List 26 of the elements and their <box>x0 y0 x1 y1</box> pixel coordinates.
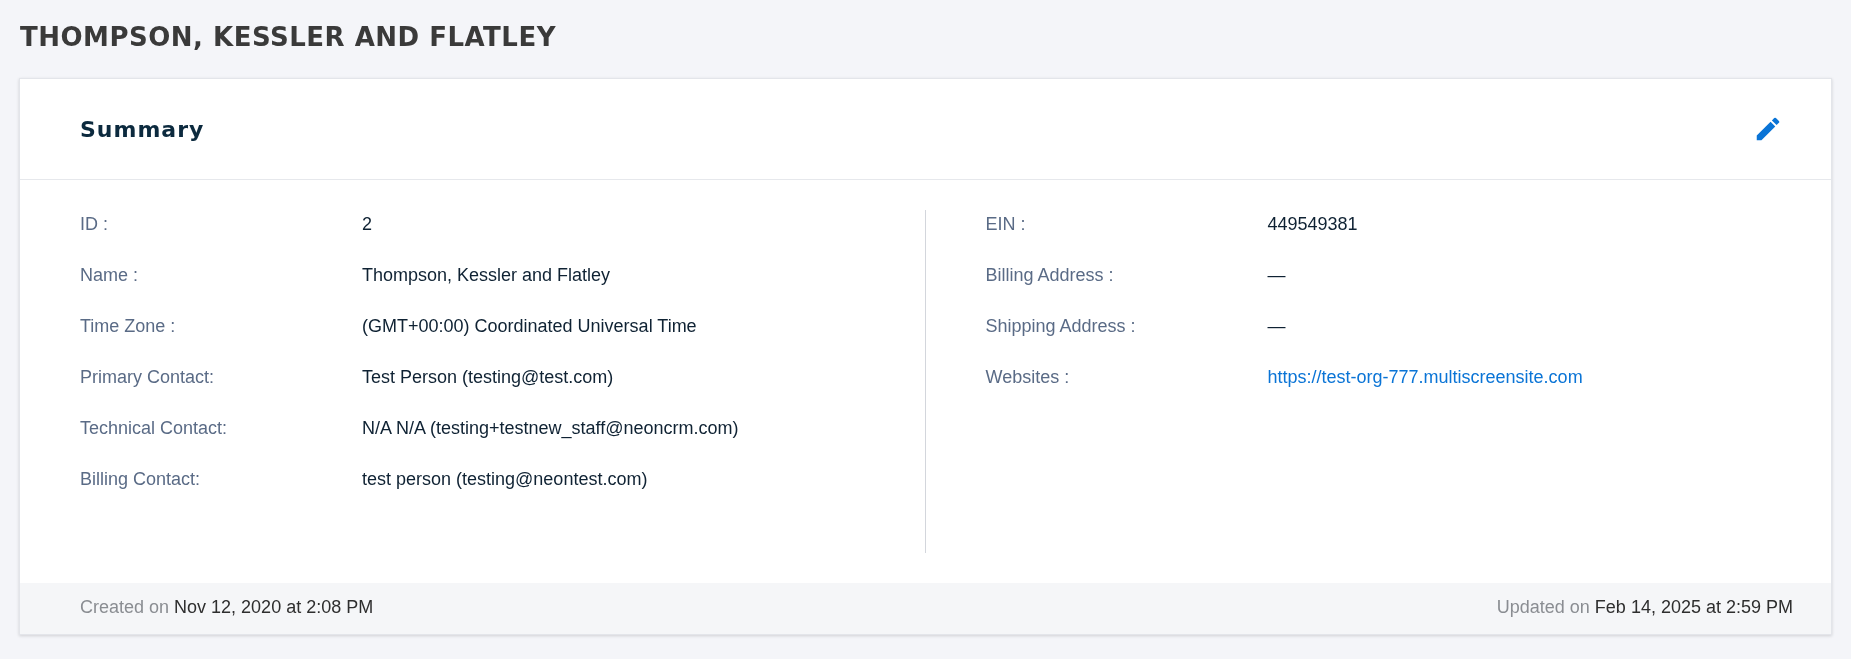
page-title: THOMPSON, KESSLER AND FLATLEY <box>20 22 557 52</box>
field-value: Test Person (testing@test.com) <box>362 367 614 387</box>
field-label: ID : <box>80 213 109 236</box>
field-label: Websites : <box>985 366 1071 389</box>
field-value: 2 <box>362 214 372 234</box>
field-value: 449549381 <box>1267 214 1358 234</box>
field-value: Thompson, Kessler and Flatley <box>362 265 611 285</box>
field-label: Billing Contact: <box>80 468 202 491</box>
field-value: — <box>1267 316 1286 336</box>
field-label: Name : <box>80 264 140 287</box>
field-label: Time Zone : <box>80 315 177 338</box>
field-label: Shipping Address : <box>985 315 1137 338</box>
updated-label: Updated on <box>1496 597 1590 618</box>
field-label: EIN : <box>985 213 1027 236</box>
field-value: (GMT+00:00) Coordinated Universal Time <box>362 316 697 336</box>
field-label: Technical Contact: <box>80 417 229 440</box>
created-date: Nov 12, 2020 at 2:08 PM <box>174 597 374 618</box>
field-value: test person (testing@neontest.com) <box>362 469 648 489</box>
created-label: Created on <box>80 597 170 618</box>
field-value: N/A N/A (testing+testnew_staff@neoncrm.com) <box>362 418 739 438</box>
field-label: Billing Address : <box>985 264 1115 287</box>
field-value: — <box>1267 265 1286 285</box>
updated-date: Feb 14, 2025 at 2:59 PM <box>1594 597 1793 618</box>
field-label: Primary Contact: <box>80 366 216 389</box>
website-link[interactable]: https://test-org-777.multiscreensite.com <box>1267 367 1583 387</box>
card-title: Summary <box>80 116 205 142</box>
